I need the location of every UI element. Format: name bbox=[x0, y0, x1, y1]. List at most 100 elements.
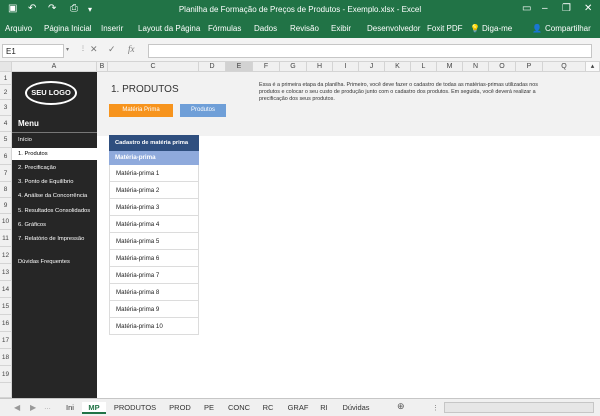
close-icon[interactable]: ✕ bbox=[584, 3, 592, 14]
table-row[interactable]: Matéria-prima 6 bbox=[109, 250, 199, 267]
tab-pagina-inicial[interactable]: Página Inicial bbox=[44, 24, 92, 33]
menu-item-analise-concorrencia[interactable]: 4. Análise da Concorrência bbox=[12, 190, 97, 202]
row-header[interactable]: 12 bbox=[0, 247, 12, 264]
more-sheets-icon[interactable]: … bbox=[44, 404, 51, 411]
menu-item-graficos[interactable]: 6. Gráficos bbox=[12, 219, 97, 231]
enter-icon[interactable]: ✓ bbox=[108, 44, 116, 55]
row-header[interactable]: 10 bbox=[0, 214, 12, 230]
cancel-icon[interactable]: ✕ bbox=[90, 44, 98, 55]
table-row[interactable]: Matéria-prima 8 bbox=[109, 284, 199, 301]
menu-item-precificacao[interactable]: 2. Precificação bbox=[12, 162, 97, 174]
tab-foxit-pdf[interactable]: Foxit PDF bbox=[427, 24, 463, 33]
column-header[interactable]: M bbox=[437, 62, 463, 72]
column-header[interactable]: K bbox=[385, 62, 411, 72]
column-header[interactable]: O bbox=[489, 62, 516, 72]
sheet-tab-duvidas[interactable]: Dúvidas bbox=[337, 402, 375, 414]
formula-input[interactable] bbox=[148, 44, 592, 58]
column-header[interactable]: A bbox=[12, 62, 97, 72]
sheet-tab-graf[interactable]: GRAF bbox=[284, 402, 312, 414]
row-header[interactable]: 2 bbox=[0, 85, 12, 100]
column-header[interactable]: J bbox=[359, 62, 385, 72]
row-header[interactable]: 5 bbox=[0, 132, 12, 148]
table-row[interactable]: Matéria-prima 1 bbox=[109, 165, 199, 182]
column-header[interactable]: I bbox=[333, 62, 359, 72]
column-header[interactable]: L bbox=[411, 62, 437, 72]
tell-me-search[interactable]: Diga-me bbox=[482, 24, 512, 33]
minimize-icon[interactable]: – bbox=[542, 3, 548, 14]
menu-item-resultados[interactable]: 5. Resultados Consolidados bbox=[12, 205, 97, 217]
select-all-corner[interactable] bbox=[0, 62, 12, 72]
row-header[interactable]: 13 bbox=[0, 264, 12, 281]
tab-split-icon[interactable]: ⋮ bbox=[432, 404, 439, 412]
table-row[interactable]: Matéria-prima 10 bbox=[109, 318, 199, 335]
column-header[interactable]: N bbox=[463, 62, 489, 72]
table-row[interactable]: Matéria-prima 7 bbox=[109, 267, 199, 284]
row-header[interactable]: 19 bbox=[0, 366, 12, 383]
column-header[interactable]: P bbox=[516, 62, 543, 72]
row-header[interactable]: 14 bbox=[0, 281, 12, 298]
scroll-up-button[interactable]: ▴ bbox=[586, 62, 600, 72]
menu-item-relatorio[interactable]: 7. Relatório de Impressão bbox=[12, 233, 97, 245]
column-header[interactable]: H bbox=[307, 62, 333, 72]
column-header[interactable]: G bbox=[280, 62, 307, 72]
materia-prima-button[interactable]: Matéria Prima bbox=[109, 104, 173, 117]
prev-sheet-icon[interactable]: ◀ bbox=[14, 403, 20, 412]
row-header[interactable]: 16 bbox=[0, 315, 12, 332]
tab-revisao[interactable]: Revisão bbox=[290, 24, 319, 33]
tab-inserir[interactable]: Inserir bbox=[101, 24, 123, 33]
column-header[interactable]: B bbox=[97, 62, 108, 72]
column-header[interactable]: D bbox=[199, 62, 226, 72]
tab-desenvolvedor[interactable]: Desenvolvedor bbox=[367, 24, 420, 33]
row-header[interactable]: 1 bbox=[0, 72, 12, 85]
row-header[interactable]: 15 bbox=[0, 298, 12, 315]
title-bar: ▣ ↶ ↷ ⎙ ▾ Planilha de Formação de Preços… bbox=[0, 0, 600, 20]
menu-item-duvidas[interactable]: Dúvidas Frequentes bbox=[12, 256, 97, 268]
menu-item-ponto-equilibrio[interactable]: 3. Ponto de Equilíbrio bbox=[12, 176, 97, 188]
table-row[interactable]: Matéria-prima 3 bbox=[109, 199, 199, 216]
sheet-tab-produtos[interactable]: PRODUTOS bbox=[110, 402, 160, 414]
restore-icon[interactable]: ❐ bbox=[562, 3, 571, 14]
sheet-tab-conc[interactable]: CONC bbox=[223, 402, 255, 414]
row-header[interactable]: 8 bbox=[0, 182, 12, 198]
sheet-tab-mp[interactable]: MP bbox=[82, 402, 106, 414]
sheet-tab-ri[interactable]: RI bbox=[316, 402, 332, 414]
window-title: Planilha de Formação de Preços de Produt… bbox=[178, 5, 422, 14]
tab-arquivo[interactable]: Arquivo bbox=[5, 24, 32, 33]
raw-material-table: Cadastro de matéria prima Matéria-prima … bbox=[109, 135, 199, 335]
tab-layout[interactable]: Layout da Página bbox=[138, 24, 200, 33]
horizontal-scrollbar[interactable] bbox=[444, 402, 594, 413]
sheet-tab-prod[interactable]: PROD bbox=[164, 402, 196, 414]
menu-item-produtos[interactable]: 1. Produtos bbox=[12, 148, 97, 160]
name-box[interactable]: E1 bbox=[2, 44, 64, 58]
table-row[interactable]: Matéria-prima 4 bbox=[109, 216, 199, 233]
tab-exibir[interactable]: Exibir bbox=[331, 24, 351, 33]
row-header[interactable]: 7 bbox=[0, 165, 12, 182]
name-box-dropdown-icon[interactable]: ▾ bbox=[66, 46, 69, 53]
sheet-tab-pe[interactable]: PE bbox=[199, 402, 219, 414]
sheet-tab-ini[interactable]: Ini bbox=[60, 402, 80, 414]
column-header[interactable]: E bbox=[226, 62, 253, 72]
row-header[interactable]: 11 bbox=[0, 230, 12, 247]
sheet-tab-rc[interactable]: RC bbox=[258, 402, 278, 414]
menu-item-inicio[interactable]: Início bbox=[12, 134, 97, 146]
column-header[interactable]: C bbox=[108, 62, 199, 72]
column-header[interactable]: Q bbox=[543, 62, 586, 72]
row-header[interactable]: 6 bbox=[0, 148, 12, 165]
table-row[interactable]: Matéria-prima 5 bbox=[109, 233, 199, 250]
row-header[interactable]: 4 bbox=[0, 116, 12, 132]
add-sheet-icon[interactable]: ⊕ bbox=[397, 401, 405, 412]
column-header[interactable]: F bbox=[253, 62, 280, 72]
produtos-button[interactable]: Produtos bbox=[180, 104, 226, 117]
row-header[interactable]: 9 bbox=[0, 198, 12, 214]
row-header[interactable]: 17 bbox=[0, 332, 12, 349]
table-row[interactable]: Matéria-prima 9 bbox=[109, 301, 199, 318]
row-header[interactable]: 3 bbox=[0, 100, 12, 116]
row-header[interactable]: 18 bbox=[0, 349, 12, 366]
table-row[interactable]: Matéria-prima 2 bbox=[109, 182, 199, 199]
tab-dados[interactable]: Dados bbox=[254, 24, 277, 33]
tab-formulas[interactable]: Fórmulas bbox=[208, 24, 241, 33]
next-sheet-icon[interactable]: ▶ bbox=[30, 403, 36, 412]
share-button[interactable]: Compartilhar bbox=[545, 24, 591, 33]
insert-function-icon[interactable]: fx bbox=[128, 44, 135, 54]
ribbon-display-icon[interactable]: ▭ bbox=[522, 3, 531, 14]
